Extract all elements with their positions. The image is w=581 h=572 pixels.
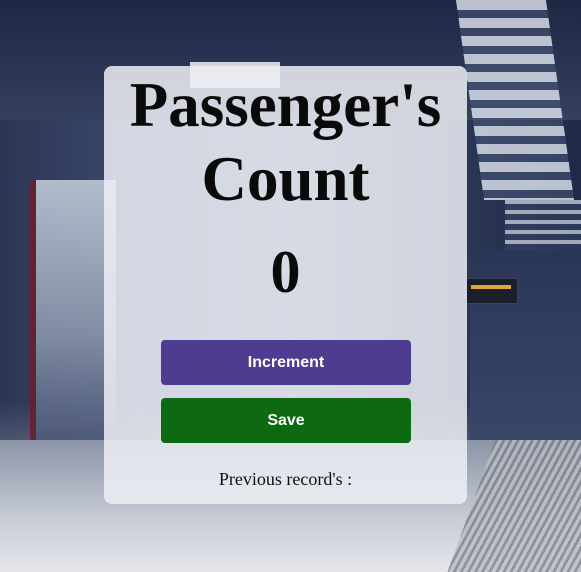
page-title-line-2: Count	[201, 144, 370, 214]
increment-button[interactable]: Increment	[161, 340, 411, 385]
counter-card: Passenger's Count 0 Increment Save Previ…	[104, 66, 467, 504]
previous-records-label: Previous record's :	[218, 469, 353, 489]
passenger-count-value: 0	[270, 239, 301, 305]
page-title: Passenger's Count	[104, 68, 467, 216]
background-departure-board	[466, 278, 518, 304]
previous-records: Previous record's :	[104, 467, 467, 491]
page-title-line-1: Passenger's	[129, 70, 442, 140]
save-button[interactable]: Save	[161, 398, 411, 443]
